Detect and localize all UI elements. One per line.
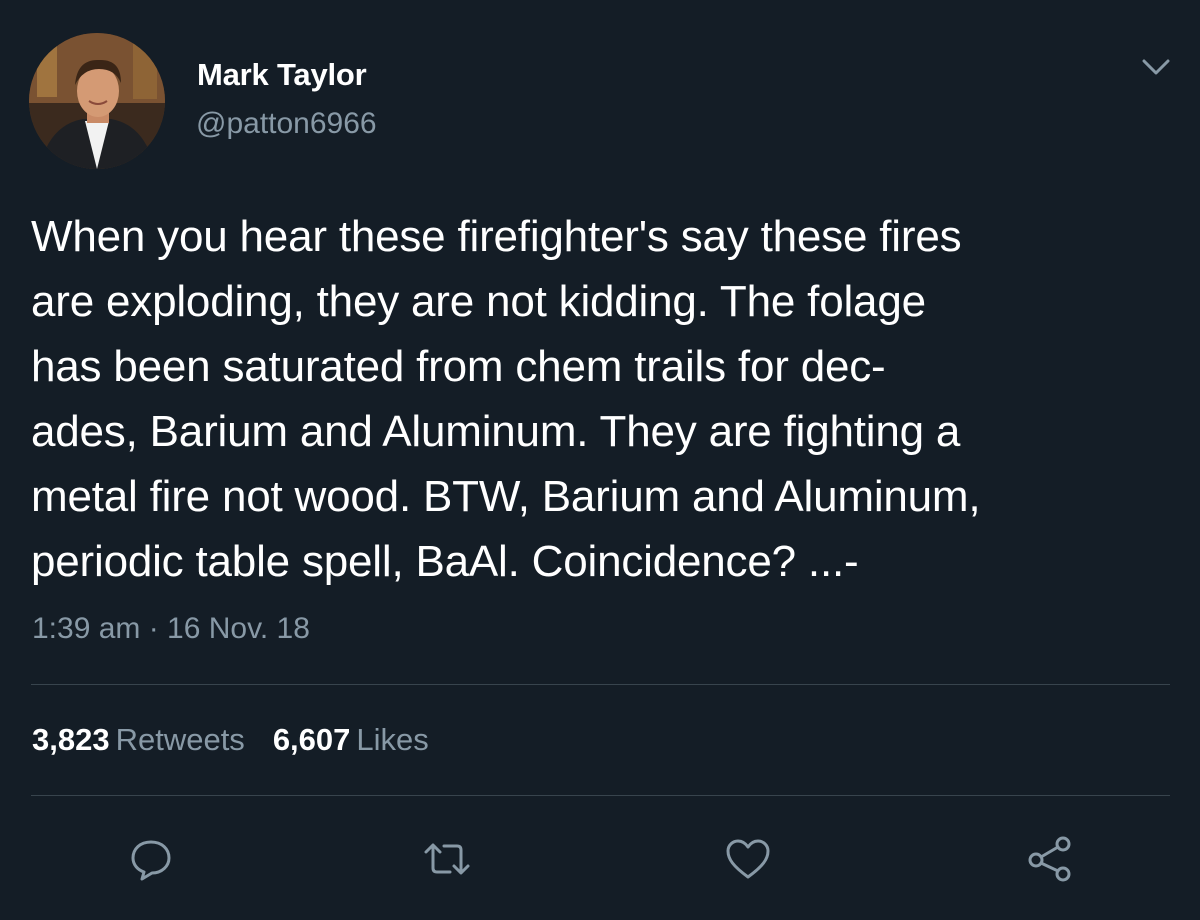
divider [31,684,1170,685]
tweet-timestamp[interactable]: 1:39 am · 16 Nov. 18 [32,612,310,646]
retweets-label: Retweets [115,722,245,757]
avatar-photo [29,33,165,169]
likes-count: 6,607 [272,722,351,757]
tweet-card: Mark Taylor @patton6966 When you hear th… [0,0,1200,920]
reply-icon[interactable] [126,834,176,884]
share-icon[interactable] [1025,834,1075,884]
avatar[interactable] [29,33,165,169]
like-icon[interactable] [723,834,773,884]
likes-stat[interactable]: 6,607 Likes [273,722,429,758]
tweet-text: When you hear these firefighter's say th… [31,212,981,586]
engagement-stats: 3,823 Retweets 6,607 Likes [32,722,457,758]
chevron-down-icon[interactable] [1138,52,1174,82]
retweets-count: 3,823 [32,722,110,757]
divider [31,795,1170,796]
likes-label: Likes [356,722,429,757]
author-display-name[interactable]: Mark Taylor [197,57,367,93]
retweets-stat[interactable]: 3,823 Retweets [32,722,245,758]
retweet-icon[interactable] [422,834,472,884]
author-handle[interactable]: @patton6966 [196,107,377,141]
